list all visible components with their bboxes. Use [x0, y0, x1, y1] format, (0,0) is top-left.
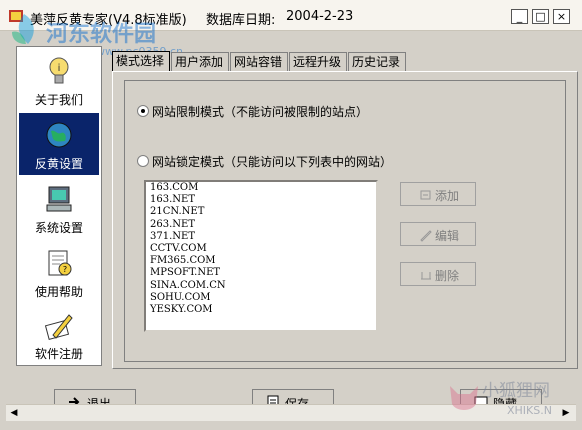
add-button[interactable]: 添加: [400, 182, 476, 206]
computer-icon: [46, 186, 72, 212]
lock-mode-radio[interactable]: [137, 155, 149, 167]
watermark-brand2-sub: XHIKS.N: [507, 404, 552, 417]
site-list-item[interactable]: SOHU.COM: [146, 292, 376, 304]
svg-text:?: ?: [63, 265, 67, 274]
site-list-item[interactable]: YESKY.COM: [146, 304, 376, 316]
radio-checked-dot: [141, 109, 145, 113]
site-list[interactable]: 163.COM 163.NET 21CN.NET 263.NET 371.NET CCTV…: [144, 180, 378, 332]
site-list-item[interactable]: CCTV.COM: [146, 243, 376, 255]
tab-label: 用户添加: [175, 55, 224, 69]
site-list-item[interactable]: 371.NET: [146, 231, 376, 243]
tab-label: 历史记录: [352, 55, 401, 69]
about-bulb-icon: i: [49, 57, 69, 84]
delete-button[interactable]: 删除: [400, 262, 476, 286]
sidebar-item-label: 关于我们: [34, 93, 83, 107]
sidebar-item-help[interactable]: ? 使用帮助: [19, 241, 99, 303]
sidebar-item-label: 使用帮助: [34, 285, 83, 299]
minimize-icon: _: [516, 10, 523, 23]
delete-icon: [421, 272, 431, 280]
db-date-value: 2004-2-23: [286, 9, 354, 24]
tab-label: 模式选择: [116, 54, 165, 68]
help-document-icon: ?: [48, 250, 72, 276]
sidebar-item-label: 反黄设置: [34, 157, 83, 171]
scroll-right-arrow-icon[interactable]: ▶: [560, 407, 572, 419]
watermark-fox-icon: [450, 386, 478, 410]
register-pencil-icon: [44, 314, 73, 340]
app-window: 美萍反黄专家(V4.8标准版) 数据库日期: 2004-2-23 _ □ × 河…: [0, 0, 582, 430]
tab-user-add[interactable]: 用户添加: [171, 52, 229, 71]
site-list-item[interactable]: 163.NET: [146, 194, 376, 206]
add-label: 添加: [435, 189, 460, 203]
restrict-mode-radio[interactable]: [137, 105, 149, 117]
delete-label: 删除: [435, 269, 460, 283]
maximize-button[interactable]: □: [532, 9, 549, 24]
tab-site-tolerance[interactable]: 网站容错: [230, 52, 288, 71]
sidebar-item-filter-settings[interactable]: 反黄设置: [19, 113, 99, 175]
close-icon: ×: [556, 10, 567, 23]
site-list-item[interactable]: FM365.COM: [146, 255, 376, 267]
svg-text:i: i: [58, 63, 61, 74]
maximize-icon: □: [535, 10, 546, 23]
add-icon: [420, 190, 431, 200]
tab-remote-upgrade[interactable]: 远程升级: [289, 52, 347, 71]
watermark-site-name: 河东软件园: [46, 21, 157, 47]
sidebar: i 关于我们 反黄设置 系统设置 ? 使用帮助 软件注册: [16, 46, 102, 366]
sidebar-item-register[interactable]: 软件注册: [19, 303, 99, 365]
watermark-brand2: 小狐狸网: [482, 381, 550, 401]
sidebar-item-system-settings[interactable]: 系统设置: [19, 177, 99, 239]
site-list-item[interactable]: 163.COM: [146, 182, 376, 194]
close-button[interactable]: ×: [553, 9, 570, 24]
site-list-item[interactable]: 263.NET: [146, 219, 376, 231]
site-list-item[interactable]: MPSOFT.NET: [146, 267, 376, 279]
horizontal-scrollbar[interactable]: ◀ ▶: [6, 404, 576, 421]
db-date-label: 数据库日期:: [206, 13, 276, 28]
edit-pen-icon: [420, 230, 432, 242]
globe-icon: [46, 122, 72, 148]
tab-label: 网站容错: [234, 55, 283, 69]
site-list-item[interactable]: 21CN.NET: [146, 206, 376, 218]
sidebar-item-label: 系统设置: [34, 221, 83, 235]
tab-history[interactable]: 历史记录: [348, 52, 406, 71]
watermark-logo-icon: [12, 14, 34, 44]
lock-mode-label[interactable]: 网站锁定模式（只能访问以下列表中的网站）: [152, 153, 392, 170]
restrict-mode-label[interactable]: 网站限制模式（不能访问被限制的站点）: [152, 103, 368, 120]
edit-label: 编辑: [435, 229, 460, 243]
tab-label: 远程升级: [293, 55, 342, 69]
sidebar-item-label: 软件注册: [34, 347, 83, 361]
site-list-item[interactable]: SINA.COM.CN: [146, 280, 376, 292]
edit-button[interactable]: 编辑: [400, 222, 476, 246]
sidebar-item-about[interactable]: i 关于我们: [19, 49, 99, 111]
scroll-left-arrow-icon[interactable]: ◀: [8, 407, 20, 419]
minimize-button[interactable]: _: [511, 9, 528, 24]
tab-mode-select[interactable]: 模式选择: [112, 51, 170, 72]
